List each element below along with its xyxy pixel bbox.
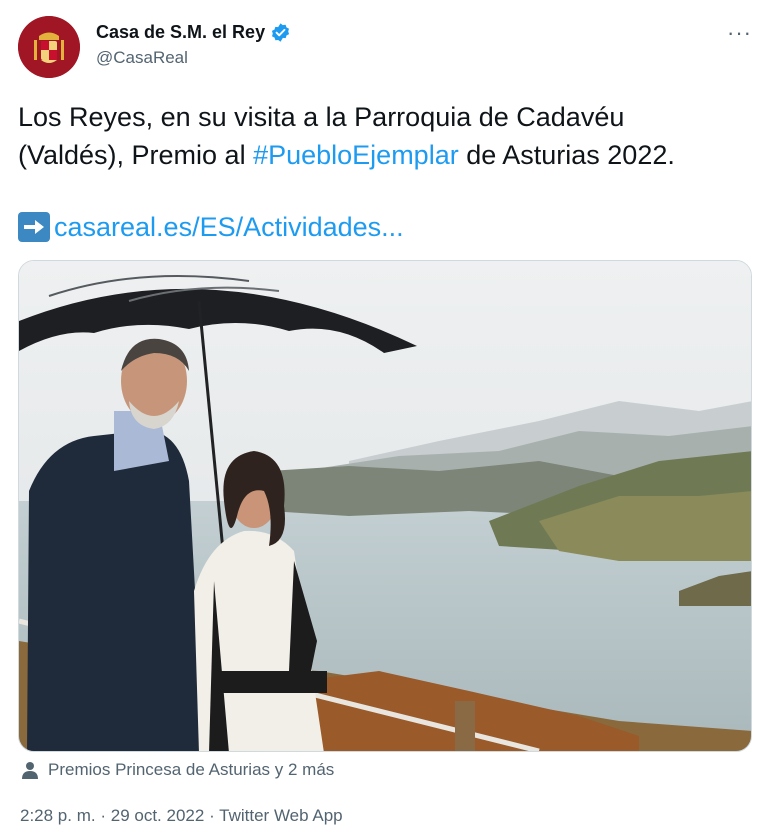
tweet-metadata: 2:28 p. m. · 29 oct. 2022 · Twitter Web … — [20, 806, 343, 826]
tweet-header: Casa de S.M. el Rey @CasaReal ··· — [16, 14, 752, 78]
avatar[interactable] — [18, 16, 80, 78]
tweet-time[interactable]: 2:28 p. m. — [20, 806, 96, 825]
tweet-line-2: (Valdés), Premio al #PuebloEjemplar de A… — [18, 136, 748, 174]
link-row: casareal.es/ES/Actividades... — [18, 208, 404, 246]
tweet-line-2-start: (Valdés), Premio al — [18, 140, 254, 170]
royal-coat-of-arms-icon — [18, 16, 80, 78]
display-name[interactable]: Casa de S.M. el Rey — [96, 22, 265, 43]
name-row: Casa de S.M. el Rey — [96, 22, 291, 43]
right-arrow-emoji-icon — [18, 212, 50, 242]
tagged-text: Premios Princesa de Asturias y 2 más — [48, 760, 335, 779]
tweet-photo[interactable] — [18, 260, 752, 752]
meta-separator-1: · — [100, 806, 107, 825]
more-options-icon[interactable]: ··· — [727, 20, 752, 46]
person-icon — [22, 762, 38, 779]
tweet-source[interactable]: Twitter Web App — [219, 806, 342, 825]
tagged-people[interactable]: Premios Princesa de Asturias y 2 más — [20, 760, 334, 780]
handle[interactable]: @CasaReal — [96, 48, 188, 68]
hashtag-link[interactable]: #PuebloEjemplar — [253, 140, 459, 170]
tweet-line-2-end: de Asturias 2022. — [458, 140, 675, 170]
tweet-date[interactable]: 29 oct. 2022 — [111, 806, 205, 825]
photo-image — [19, 261, 751, 751]
external-link[interactable]: casareal.es/ES/Actividades... — [54, 208, 404, 246]
meta-separator-2: · — [209, 806, 215, 825]
verified-badge-icon — [272, 23, 290, 42]
tweet-text: Los Reyes, en su visita a la Parroquia d… — [18, 98, 748, 174]
tweet-line-1: Los Reyes, en su visita a la Parroquia d… — [18, 102, 625, 132]
